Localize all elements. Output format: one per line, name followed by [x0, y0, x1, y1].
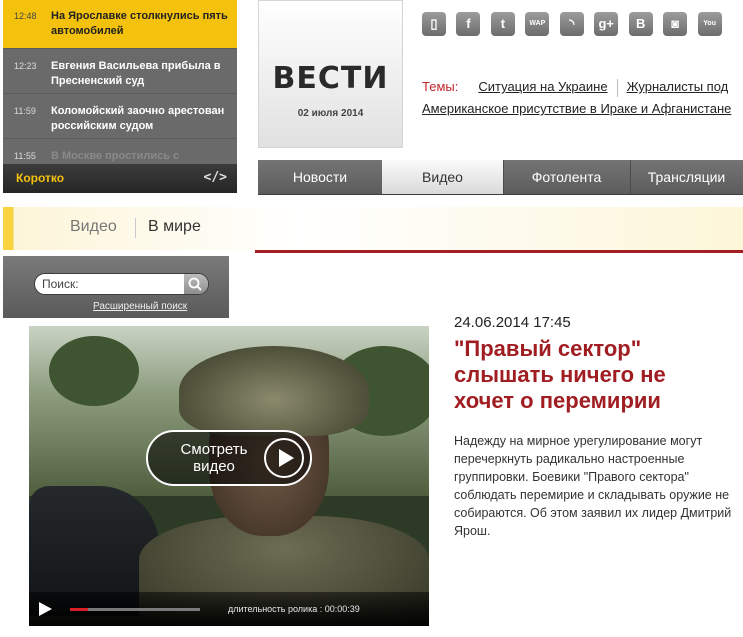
video-progress-bar[interactable]: [70, 608, 200, 611]
search-input[interactable]: Поиск:: [34, 273, 209, 295]
logo-date: 02 июля 2014: [297, 108, 364, 119]
rss-icon[interactable]: ◝: [559, 12, 584, 36]
tab-photo[interactable]: Фотолента: [503, 160, 631, 194]
twitter-icon[interactable]: t: [490, 12, 515, 36]
ticker-item-time: 12:23: [14, 61, 37, 71]
article-title[interactable]: "Правый сектор" слышать ничего не хочет …: [454, 336, 724, 414]
logo-wordmark: ВЕСТИ: [272, 61, 389, 96]
breadcrumb-section[interactable]: Видео: [70, 218, 117, 236]
video-player[interactable]: Смотреть видео длительность ролика : 00:…: [29, 326, 429, 626]
ticker-item-text: В Москве простились с: [51, 150, 180, 162]
tab-video[interactable]: Видео: [382, 160, 504, 194]
topic-link[interactable]: Американское присутствие в Ираке и Афган…: [422, 101, 731, 116]
news-ticker: 12:48 На Ярославке столкнулись пять авто…: [3, 0, 237, 193]
ticker-item-time: 11:55: [14, 151, 36, 161]
ticker-item-time: 12:48: [14, 11, 37, 21]
search-icon: [188, 277, 202, 291]
mobile-icon[interactable]: ▯: [422, 12, 446, 36]
main-nav: Новости Видео Фотолента Трансляции: [258, 160, 743, 195]
breadcrumb-divider: [135, 218, 136, 238]
ticker-item[interactable]: 12:23 Евгения Васильева прибыла в Пресне…: [3, 48, 237, 93]
section-divider: [255, 250, 743, 253]
vkontakte-icon[interactable]: B: [628, 12, 653, 36]
video-frame-helmet: [179, 346, 369, 436]
search-panel: Поиск: Расширенный поиск: [3, 256, 229, 318]
watch-video-button[interactable]: Смотреть видео: [146, 430, 312, 486]
video-duration: длительность ролика : 00:00:39: [228, 604, 360, 614]
ticker-bar: Коротко </>: [3, 164, 237, 193]
video-frame-tree: [49, 336, 139, 406]
article-lead: Надежду на мирное урегулирование могут п…: [454, 434, 732, 538]
topics-label: Темы:: [422, 79, 459, 94]
topics-bar: Темы: Ситуация на Украине Журналисты под А…: [422, 76, 742, 120]
topic-link[interactable]: Ситуация на Украине: [478, 79, 607, 94]
ticker-item-time: 11:59: [14, 106, 36, 116]
ticker-short-label[interactable]: Коротко: [16, 171, 64, 185]
ticker-item[interactable]: 12:48 На Ярославке столкнулись пять авто…: [3, 0, 237, 48]
wap-icon[interactable]: WAP: [525, 12, 550, 36]
play-icon[interactable]: [39, 602, 52, 616]
video-controls: длительность ролика : 00:00:39: [29, 592, 429, 626]
google-plus-icon[interactable]: g+: [594, 12, 619, 36]
play-circle-icon: [264, 438, 304, 478]
ticker-item-text: На Ярославке столкнулись пять автомобиле…: [51, 10, 228, 37]
topic-link[interactable]: Журналисты под: [627, 79, 729, 94]
video-progress-fill: [70, 608, 89, 611]
tab-live[interactable]: Трансляции: [630, 160, 743, 194]
article-date: 24.06.2014 17:45: [454, 314, 571, 331]
ticker-item-text: Евгения Васильева прибыла в Пресненский …: [51, 60, 221, 87]
search-placeholder: Поиск:: [42, 277, 79, 291]
tab-news[interactable]: Новости: [258, 160, 383, 194]
social-links: ▯ f t WAP ◝ g+ B ◙ You: [422, 12, 728, 38]
embed-code-icon[interactable]: </>: [204, 170, 227, 185]
ticker-item-text: Коломойский заочно арестован российским …: [51, 105, 225, 132]
instagram-icon[interactable]: ◙: [663, 12, 688, 36]
youtube-icon[interactable]: You: [697, 12, 722, 36]
search-button[interactable]: [184, 274, 208, 294]
breadcrumb: Видео В мире: [3, 207, 743, 250]
watch-video-label: Смотреть видео: [180, 441, 248, 475]
site-logo[interactable]: ВЕСТИ 02 июля 2014: [258, 0, 403, 148]
ticker-item[interactable]: 11:59 Коломойский заочно арестован росси…: [3, 93, 237, 138]
advanced-search-link[interactable]: Расширенный поиск: [93, 301, 187, 312]
facebook-icon[interactable]: f: [456, 12, 481, 36]
breadcrumb-current: В мире: [148, 218, 201, 235]
topic-divider: [616, 78, 618, 97]
